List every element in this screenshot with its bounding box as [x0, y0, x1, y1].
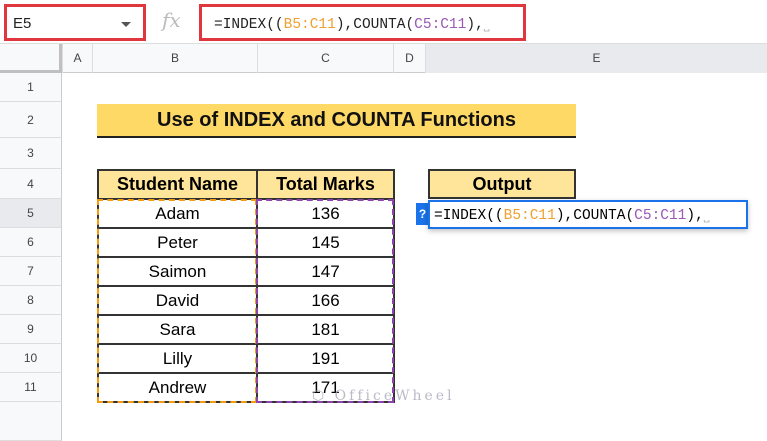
row-header-1[interactable]: 1: [0, 73, 62, 102]
row-header-blank: [0, 402, 62, 441]
row-header-11[interactable]: 11: [0, 373, 62, 402]
formula-range-2: C5:C11: [634, 208, 687, 224]
dropdown-caret-icon[interactable]: [121, 22, 131, 27]
formula-bar[interactable]: =INDEX((B5:C11),COUNTA(C5:C11),⎵: [199, 4, 526, 41]
cell-editor-e5[interactable]: =INDEX((B5:C11),COUNTA(C5:C11),⎵: [428, 200, 748, 229]
cursor: ⎵: [483, 17, 490, 33]
watermark-logo: ⬡ OfficeWheel: [312, 388, 455, 404]
column-header-c[interactable]: C: [257, 44, 393, 73]
column-header-e[interactable]: E: [425, 44, 767, 73]
column-headers: A B C D E: [0, 43, 767, 73]
formula-text: =INDEX((: [214, 17, 284, 33]
name-box-value: E5: [13, 15, 32, 32]
formula-text: ),COUNTA(: [335, 17, 415, 33]
fx-icon: fx: [162, 8, 181, 32]
cursor: ⎵: [703, 208, 710, 224]
row-header-8[interactable]: 8: [0, 286, 62, 315]
row-header-9[interactable]: 9: [0, 315, 62, 344]
formula-range-1: B5:C11: [503, 208, 556, 224]
row-header-7[interactable]: 7: [0, 257, 62, 286]
name-box[interactable]: E5: [4, 4, 146, 41]
row-header-2[interactable]: 2: [0, 102, 62, 138]
range-highlight-c5-c11: [256, 199, 394, 403]
output-header: Output: [428, 169, 576, 199]
formula-range-1: B5:C11: [283, 17, 336, 33]
header-student-name: Student Name: [97, 169, 258, 200]
header-total-marks: Total Marks: [256, 169, 395, 200]
formula-text: =INDEX((: [434, 208, 504, 224]
row-header-10[interactable]: 10: [0, 344, 62, 373]
sheet-title: Use of INDEX and COUNTA Functions: [97, 104, 576, 138]
formula-text: ),: [466, 17, 484, 33]
formula-text: ),: [686, 208, 704, 224]
column-header-b[interactable]: B: [92, 44, 257, 73]
range-highlight-b5-c11: [97, 199, 257, 403]
row-header-5[interactable]: 5: [0, 199, 62, 228]
formula-text: ),COUNTA(: [555, 208, 635, 224]
formula-range-2: C5:C11: [414, 17, 467, 33]
row-header-6[interactable]: 6: [0, 228, 62, 257]
row-header-4[interactable]: 4: [0, 169, 62, 199]
column-header-d[interactable]: D: [393, 44, 425, 73]
column-header-a[interactable]: A: [62, 44, 92, 73]
row-header-3[interactable]: 3: [0, 138, 62, 169]
select-all-corner[interactable]: [0, 44, 62, 73]
